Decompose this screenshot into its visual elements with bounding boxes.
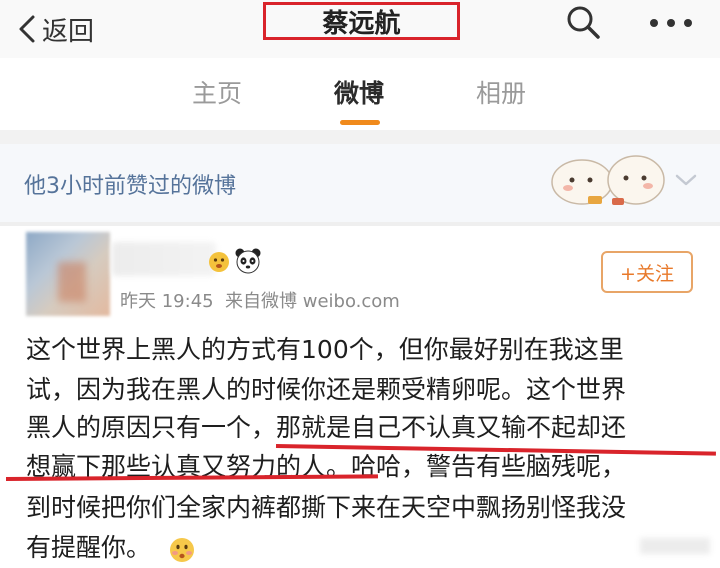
username-blurred[interactable] <box>112 242 216 276</box>
avatar-detail <box>58 262 86 302</box>
post-divider <box>0 222 720 226</box>
panda-icon <box>235 248 261 274</box>
tab-weibo[interactable]: 微博 <box>334 74 384 110</box>
chevron-down-icon[interactable] <box>674 172 698 188</box>
tab-home[interactable]: 主页 <box>192 74 242 110</box>
page-title-highlight: 蔡远航 <box>263 2 460 40</box>
watermark <box>640 538 710 554</box>
search-button[interactable] <box>563 2 603 42</box>
post-meta: 昨天 19:45 来自微博 weibo.com <box>120 291 400 312</box>
more-button[interactable] <box>646 8 696 38</box>
post-text-line: 试，因为我在黑人的时候你还是颗受精卵呢。这个世界 <box>26 375 627 404</box>
liked-weibo-text[interactable]: 他3小时前赞过的微博 <box>24 168 236 200</box>
page-title: 蔡远航 <box>322 8 401 39</box>
post-text-line: 到时候把你们全家内裤都撕下来在天空中飘扬别怪我没 <box>26 493 627 522</box>
smirk-emoji-icon <box>170 538 194 562</box>
cartoon-sticker-icon <box>551 155 665 205</box>
post-text-line: 有提醒你。 <box>26 533 152 562</box>
search-icon <box>567 6 600 39</box>
post-text-line: 这个世界上黑人的方式有100个，但你最好别在我这里 <box>26 335 624 364</box>
emoji-badge-icon <box>209 252 229 272</box>
back-arrow-icon <box>18 14 36 44</box>
active-tab-indicator <box>340 120 380 125</box>
post-text-line: 黑人的原因只有一个，那就是自己不认真又输不起却还 <box>26 413 627 442</box>
back-label: 返回 <box>42 16 95 47</box>
follow-button[interactable]: +关注 <box>601 251 693 293</box>
tab-album[interactable]: 相册 <box>476 74 526 110</box>
more-icon <box>650 19 692 27</box>
section-divider <box>0 130 720 144</box>
back-button[interactable]: 返回 <box>18 8 94 50</box>
